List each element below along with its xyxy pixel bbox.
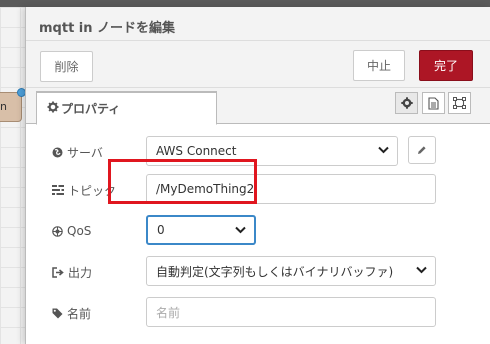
topic-label-wrap: トピック	[52, 181, 116, 199]
node-settings-tab[interactable]	[395, 92, 418, 114]
name-input[interactable]: 名前	[146, 297, 436, 327]
output-row: 出力 自動判定(文字列もしくはバイナリバッファ)	[26, 255, 490, 287]
tag-icon	[52, 308, 63, 318]
output-value: 自動判定(文字列もしくはバイナリバッファ)	[156, 264, 394, 279]
tray-header: mqtt in ノードを編集	[26, 7, 490, 41]
globe-icon	[52, 147, 63, 157]
qos-row: QoS 0	[26, 214, 490, 246]
tray-toolbar: 削除 中止 完了	[26, 41, 490, 88]
sign-out-icon	[52, 266, 64, 278]
qos-label-wrap: QoS	[52, 222, 91, 240]
workspace-canvas[interactable]	[0, 7, 25, 344]
chevron-down-icon	[235, 226, 246, 234]
output-label: 出力	[68, 265, 93, 280]
qos-select[interactable]: 0	[146, 215, 256, 245]
settings-icon	[400, 97, 413, 109]
chevron-down-icon	[378, 146, 389, 154]
tasks-icon	[52, 185, 64, 195]
server-value: AWS Connect	[156, 144, 237, 158]
qos-value: 0	[157, 223, 165, 237]
node-appearance-tab[interactable]	[448, 92, 471, 114]
delete-button[interactable]: 削除	[40, 51, 93, 82]
qos-label: QoS	[67, 224, 92, 238]
annotation-highlight-box	[108, 159, 257, 204]
flow-node-label: n	[0, 100, 7, 113]
server-row: サーバ AWS Connect	[26, 135, 490, 167]
gear-icon	[47, 101, 59, 113]
pencil-icon	[418, 146, 426, 154]
server-label-wrap: サーバ	[52, 143, 103, 161]
edit-server-button[interactable]	[408, 136, 436, 164]
tray-title: mqtt in ノードを編集	[39, 21, 176, 36]
chevron-down-icon	[416, 266, 427, 274]
tab-properties[interactable]: プロパティ	[36, 91, 217, 125]
cancel-button[interactable]: 中止	[353, 50, 405, 81]
appearance-icon	[453, 97, 466, 109]
edit-tray: mqtt in ノードを編集 削除 中止 完了 プロパティ サーバ AWS Co…	[25, 7, 490, 344]
node-description-tab[interactable]	[422, 92, 445, 114]
output-label-wrap: 出力	[52, 263, 92, 281]
topic-row: トピック /MyDemoThing2	[26, 173, 490, 205]
top-bar	[0, 0, 490, 7]
name-label-wrap: 名前	[52, 304, 91, 322]
description-icon	[428, 96, 439, 110]
output-select[interactable]: 自動判定(文字列もしくはバイナリバッファ)	[146, 256, 436, 286]
done-button[interactable]: 完了	[419, 50, 473, 81]
server-label: サーバ	[67, 145, 103, 160]
empire-icon	[52, 225, 63, 237]
tab-bar: プロパティ	[26, 88, 490, 125]
name-label: 名前	[67, 306, 92, 321]
tab-properties-label: プロパティ	[61, 102, 121, 116]
name-row: 名前 名前	[26, 296, 490, 328]
name-placeholder: 名前	[156, 305, 181, 320]
